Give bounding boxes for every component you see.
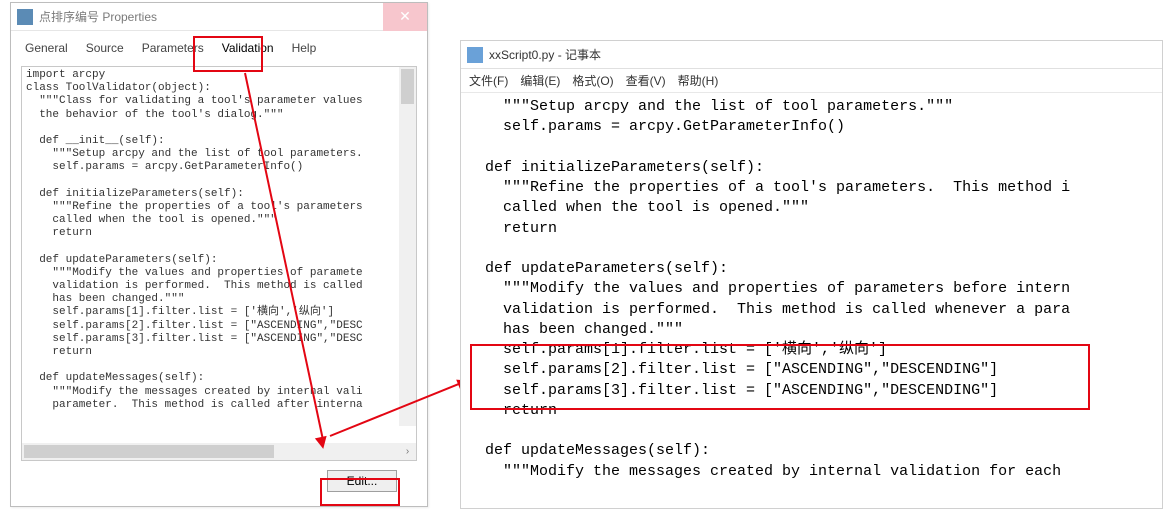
menu-file[interactable]: 文件(F)	[469, 72, 508, 89]
titlebar: xxScript0.py - 记事本	[461, 41, 1162, 69]
app-icon	[17, 9, 33, 25]
scroll-right-icon[interactable]: ›	[399, 443, 416, 460]
tab-general[interactable]: General	[21, 39, 72, 57]
menu-help[interactable]: 帮助(H)	[678, 72, 719, 89]
tool-properties-dialog: 点排序编号 Properties ✕ General Source Parame…	[10, 2, 428, 507]
notepad-editor[interactable]: """Setup arcpy and the list of tool para…	[461, 93, 1162, 510]
window-title: xxScript0.py - 记事本	[489, 46, 1162, 63]
validation-code-textarea[interactable]: import arcpy class ToolValidator(object)…	[22, 67, 416, 443]
tab-parameters[interactable]: Parameters	[138, 39, 208, 57]
tab-help[interactable]: Help	[288, 39, 321, 57]
scrollbar-thumb[interactable]	[24, 445, 274, 458]
notepad-icon	[467, 47, 483, 63]
scrollbar-thumb[interactable]	[401, 69, 414, 104]
notepad-window: xxScript0.py - 记事本 文件(F) 编辑(E) 格式(O) 查看(…	[460, 40, 1163, 509]
close-icon: ✕	[399, 8, 411, 25]
menu-format[interactable]: 格式(O)	[572, 72, 613, 89]
menubar: 文件(F) 编辑(E) 格式(O) 查看(V) 帮助(H)	[461, 69, 1162, 93]
code-container: import arcpy class ToolValidator(object)…	[21, 66, 417, 461]
tab-validation[interactable]: Validation	[218, 39, 278, 57]
window-title: 点排序编号 Properties	[39, 8, 383, 25]
tabs: General Source Parameters Validation Hel…	[11, 31, 427, 63]
horizontal-scrollbar[interactable]: ‹ ›	[22, 443, 416, 460]
menu-view[interactable]: 查看(V)	[626, 72, 666, 89]
titlebar: 点排序编号 Properties ✕	[11, 3, 427, 31]
vertical-scrollbar[interactable]	[399, 67, 416, 426]
tab-source[interactable]: Source	[82, 39, 128, 57]
edit-button[interactable]: Edit...	[327, 470, 397, 492]
menu-edit[interactable]: 编辑(E)	[520, 72, 560, 89]
close-button[interactable]: ✕	[383, 3, 427, 31]
